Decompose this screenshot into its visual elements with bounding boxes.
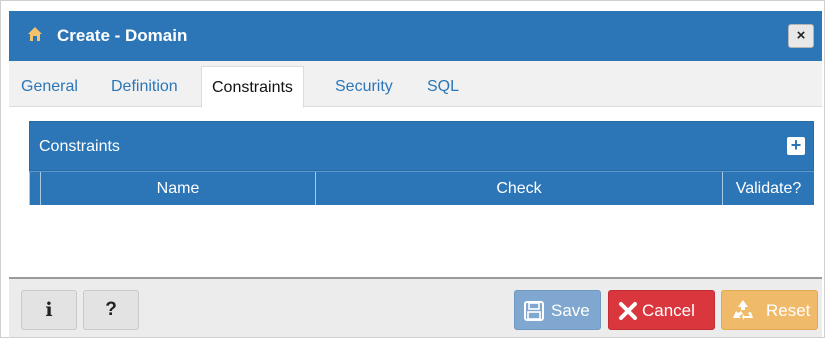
tab-security[interactable]: Security: [325, 66, 403, 107]
constraints-panel-title: Constraints: [39, 138, 120, 155]
dialog-title: Create - Domain: [57, 26, 188, 45]
cancel-label: Cancel: [642, 301, 695, 320]
reset-label: Reset: [766, 301, 811, 320]
grid-leading-column: [29, 172, 41, 206]
tab-general[interactable]: General: [11, 66, 88, 107]
constraints-grid-body: [29, 205, 814, 275]
help-button[interactable]: ?: [83, 290, 139, 330]
tab-constraints[interactable]: Constraints: [201, 66, 304, 108]
home-icon: [28, 27, 42, 41]
column-header-name[interactable]: Name: [41, 172, 316, 206]
save-button[interactable]: Save: [514, 290, 601, 330]
tab-bar: General Definition Constraints Security …: [9, 61, 822, 108]
dialog-title-bar[interactable]: Create - Domain ×: [9, 11, 822, 61]
column-header-check[interactable]: Check: [316, 172, 723, 206]
constraints-panel-header: Constraints +: [29, 121, 814, 171]
constraints-grid-header: Name Check Validate?: [29, 171, 814, 206]
column-header-validate[interactable]: Validate?: [723, 172, 814, 206]
cancel-button[interactable]: Cancel: [608, 290, 715, 330]
info-button[interactable]: i: [21, 290, 77, 330]
dialog-footer: i ? Save Cancel Reset: [9, 277, 822, 337]
save-label: Save: [551, 301, 590, 320]
reset-button[interactable]: Reset: [721, 290, 818, 330]
tab-definition[interactable]: Definition: [101, 66, 188, 107]
floppy-disk-icon: [524, 301, 544, 321]
add-constraint-button[interactable]: +: [787, 136, 805, 155]
tab-sql[interactable]: SQL: [417, 66, 469, 107]
create-domain-dialog: Create - Domain × General Definition Con…: [0, 0, 825, 338]
x-mark-icon: [619, 302, 637, 320]
recycle-icon: [733, 300, 753, 320]
close-button[interactable]: ×: [788, 24, 814, 48]
